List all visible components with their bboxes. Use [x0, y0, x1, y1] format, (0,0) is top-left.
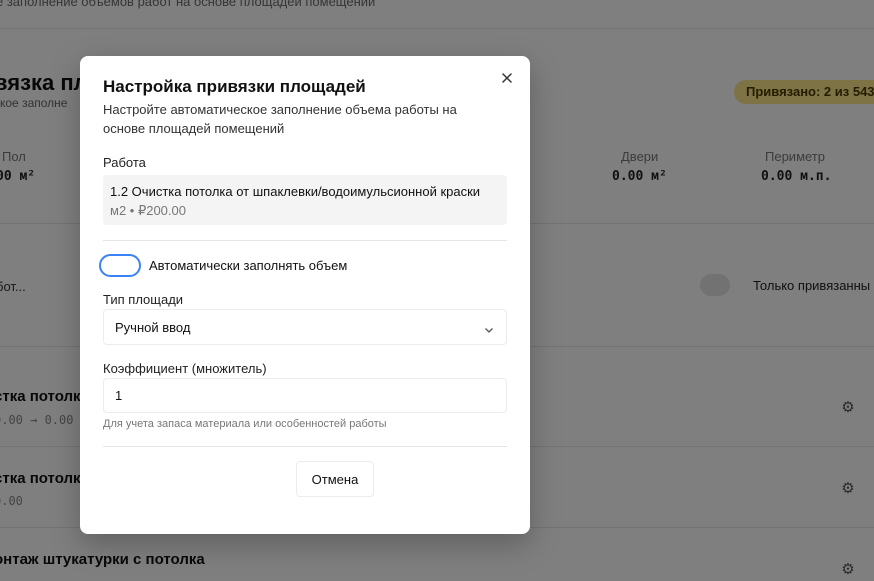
coefficient-input[interactable]	[103, 378, 507, 413]
close-icon[interactable]	[499, 70, 515, 86]
auto-fill-label: Автоматически заполнять объем	[149, 258, 348, 273]
work-name: 1.2 Очистка потолка от шпаклевки/водоиму…	[110, 184, 481, 199]
work-unit-price: м2 • ₽200.00	[110, 203, 186, 218]
divider	[103, 240, 507, 241]
coefficient-hint: Для учета запаса материала или особеннос…	[103, 418, 387, 430]
toggle-knob	[103, 258, 118, 273]
dialog-title: Настройка привязки площадей	[103, 77, 366, 96]
divider	[103, 446, 507, 447]
coefficient-label: Коэффициент (множитель)	[103, 361, 267, 376]
work-info-box: 1.2 Очистка потолка от шпаклевки/водоиму…	[103, 175, 507, 225]
chevron-down-icon	[484, 322, 494, 333]
cancel-button[interactable]: Отмена	[296, 461, 374, 497]
area-type-label: Тип площади	[103, 292, 184, 307]
area-type-select[interactable]: Ручной ввод	[103, 309, 507, 345]
area-type-value: Ручной ввод	[115, 320, 191, 335]
area-binding-dialog: Настройка привязки площадей Настройте ав…	[80, 56, 530, 534]
work-label: Работа	[103, 155, 146, 170]
dialog-description: Настройте автоматическое заполнение объе…	[103, 102, 457, 136]
auto-fill-toggle[interactable]	[99, 254, 141, 277]
